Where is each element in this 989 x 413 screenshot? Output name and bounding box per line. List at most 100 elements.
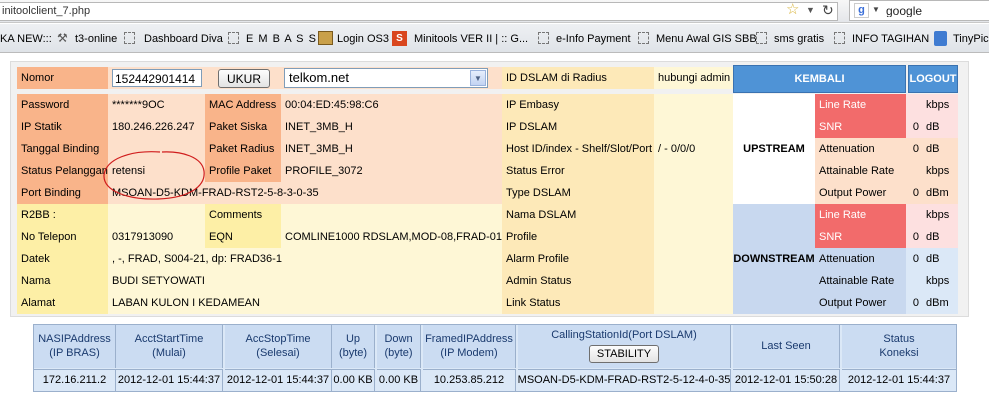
image-icon: [318, 31, 333, 45]
annotation-circle: [103, 151, 205, 200]
bookmark-item[interactable]: TinyPic: [953, 34, 989, 45]
stream-metric-unit: dB: [922, 138, 958, 160]
session-header-cell: Up (byte): [332, 325, 375, 368]
nomor-label: Nomor: [17, 67, 108, 89]
alamat-value: LABAN KULON I KEDAMEAN: [108, 292, 502, 314]
session-header-cell: Down (byte): [377, 325, 421, 368]
bookmark-item[interactable]: KA NEW:::: [0, 34, 52, 45]
stream-metric-name: Attenuation: [815, 138, 906, 160]
bookmark-item[interactable]: Login OS3: [337, 34, 389, 45]
session-header-cell: AccStopTime (Selesai): [225, 325, 332, 368]
s-logo-icon: S: [392, 31, 407, 46]
stability-button[interactable]: STABILITY: [589, 345, 659, 363]
dropdown-arrow-icon[interactable]: ▼: [806, 6, 815, 15]
url-text: initoolclient_7.php: [2, 6, 91, 17]
stream-metric-name: SNR: [815, 226, 906, 248]
search-engine-chevron-icon[interactable]: ▼: [872, 6, 880, 14]
bookmark-item[interactable]: t3-online: [75, 34, 117, 45]
password-value: *******9OC: [108, 94, 205, 116]
nama-dslam-label: Nama DSLAM: [502, 204, 654, 226]
session-data-cell: 2012-12-01 15:50:28: [733, 369, 840, 391]
logout-button[interactable]: LOGOUT: [908, 65, 958, 93]
paket-radius-value: INET_3MB_H: [281, 138, 502, 160]
bookmark-item[interactable]: E M B A S S Y: [246, 34, 329, 45]
ip-dslam-value: [654, 116, 733, 138]
stream-metric-name: Line Rate: [815, 204, 906, 226]
google-g-icon[interactable]: g: [854, 3, 869, 18]
datek-label: Datek: [17, 248, 108, 270]
datek-value: , -, FRAD, S004-21, dp: FRAD36-1: [108, 248, 502, 270]
eqn-value: COMLINE1000 RDSLAM,MOD-08,FRAD-01-4: [281, 226, 502, 248]
status-error-label: Status Error: [502, 160, 654, 182]
alamat-label: Alamat: [17, 292, 108, 314]
stream-metric-name: Attenuation: [815, 248, 906, 270]
ip-embasy-label: IP Embasy: [502, 94, 654, 116]
ukur-button[interactable]: UKUR: [218, 69, 270, 88]
reload-icon[interactable]: ↻: [822, 3, 834, 17]
stream-metric-name: Output Power: [815, 182, 906, 204]
stream-metric-unit: dB: [922, 248, 958, 270]
stream-metric-value: 0: [906, 116, 922, 138]
search-text: google: [886, 5, 923, 17]
bookmark-item[interactable]: Menu Awal GIS SBB: [656, 34, 757, 45]
stream-metric-name: Output Power: [815, 292, 906, 314]
type-dslam-label: Type DSLAM: [502, 182, 654, 204]
bookmark-item[interactable]: Minitools VER II | :: G...: [414, 34, 528, 45]
chevron-down-icon[interactable]: ▼: [470, 70, 486, 86]
stream-metric-unit: dBm: [922, 182, 958, 204]
eqn-label: EQN: [205, 226, 281, 248]
type-dslam-value: [654, 182, 733, 204]
host-id-value: / - 0/0/0: [654, 138, 733, 160]
stream-metric-name: Attainable Rate: [815, 270, 906, 292]
tinypic-icon: [934, 31, 947, 46]
downstream-label: DOWNSTREAM: [733, 204, 815, 314]
comments-value: [281, 204, 502, 226]
alarm-profile-value: [654, 248, 733, 270]
admin-status-value: [654, 270, 733, 292]
password-label: Password: [17, 94, 108, 116]
upstream-label: UPSTREAM: [733, 94, 815, 204]
profile-label: Profile: [502, 226, 654, 248]
session-header-cell: AcctStartTime (Mulai): [116, 325, 223, 368]
id-dslam-value: hubungi admin: [654, 67, 733, 89]
stream-metric-name: SNR: [815, 116, 906, 138]
no-telepon-value: 0317913090: [108, 226, 205, 248]
page-icon: [228, 32, 239, 44]
stream-metric-unit: dB: [922, 116, 958, 138]
no-telepon-label: No Telepon: [17, 226, 108, 248]
nomor-input[interactable]: 152442901414: [112, 69, 202, 87]
stream-metric-value: [906, 204, 922, 226]
page-icon: [124, 32, 135, 44]
r2bb-value: [108, 204, 205, 226]
stream-metric-value: [906, 94, 922, 116]
session-data-cell: 0.00 KB: [332, 369, 375, 391]
address-bar[interactable]: [0, 2, 838, 21]
bookmark-item[interactable]: Dashboard Diva: [144, 34, 223, 45]
tgl-binding-label: Tanggal Binding: [17, 138, 108, 160]
stream-metric-name: Attainable Rate: [815, 160, 906, 182]
nama-label: Nama: [17, 270, 108, 292]
stream-metric-unit: kbps: [922, 160, 958, 182]
paket-siska-value: INET_3MB_H: [281, 116, 502, 138]
tools-icon: ⚒: [57, 32, 68, 44]
nama-dslam-value: [654, 204, 733, 226]
bookmark-item[interactable]: sms gratis: [774, 34, 824, 45]
status-pelanggan-label: Status Pelanggan: [17, 160, 108, 182]
stream-metric-unit: dB: [922, 226, 958, 248]
bookmark-item[interactable]: INFO TAGIHAN: [852, 34, 929, 45]
page-icon: [756, 32, 767, 44]
kembali-button[interactable]: KEMBALI: [733, 65, 906, 93]
comments-label: Comments: [205, 204, 281, 226]
ip-statik-label: IP Statik: [17, 116, 108, 138]
mac-label: MAC Address: [205, 94, 281, 116]
bookmark-item[interactable]: e-Info Payment: [556, 34, 631, 45]
alarm-profile-label: Alarm Profile: [502, 248, 654, 270]
stream-metric-value: 0: [906, 138, 922, 160]
ip-dslam-label: IP DSLAM: [502, 116, 654, 138]
session-header-cell: FramedIPAddress (IP Modem): [423, 325, 516, 368]
star-icon[interactable]: ☆: [786, 2, 799, 17]
host-id-label: Host ID/index - Shelf/Slot/Port: [502, 138, 654, 160]
profile-paket-label: Profile Paket: [205, 160, 281, 182]
link-status-value: [654, 292, 733, 314]
ip-statik-value: 180.246.226.247: [108, 116, 205, 138]
